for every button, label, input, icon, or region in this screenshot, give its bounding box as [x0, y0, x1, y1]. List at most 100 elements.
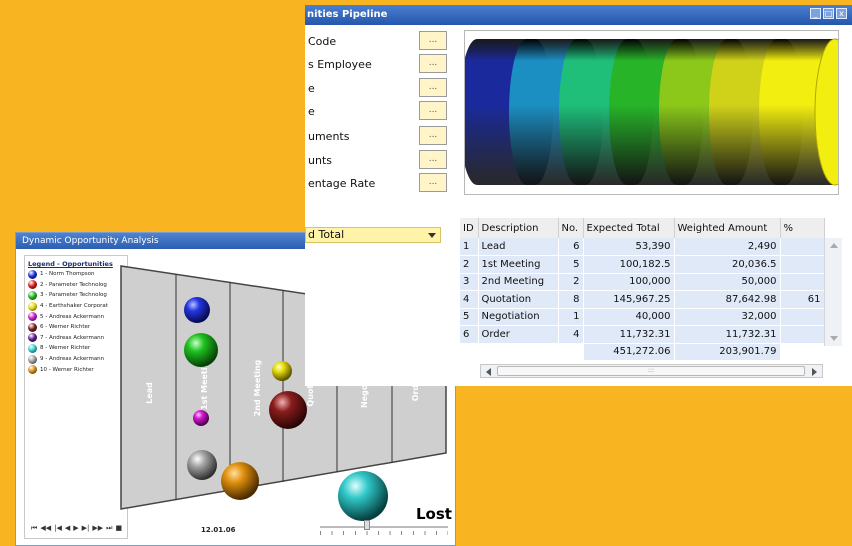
- table-horizontal-scrollbar[interactable]: :::: [480, 364, 823, 378]
- table-row[interactable]: 5 Negotiation 1 40,000 32,000: [460, 308, 825, 326]
- forward-fast-icon[interactable]: ▶▶: [92, 524, 103, 533]
- empty-cell: [460, 343, 479, 361]
- table-row[interactable]: 1 Lead 6 53,390 2,490: [460, 238, 825, 256]
- table-cell: [780, 308, 825, 326]
- choose-from-list-button[interactable]: ...: [419, 54, 447, 73]
- table-body: 1 Lead 6 53,390 2,490 2 1st Meeting 5 100,182.5 2…: [460, 238, 825, 361]
- close-button[interactable]: x: [836, 8, 847, 19]
- choose-from-list-button[interactable]: ...: [419, 126, 447, 145]
- timeline-date: 12.01.06: [201, 526, 236, 534]
- stop-icon[interactable]: ■: [115, 524, 122, 533]
- slider-thumb[interactable]: [364, 520, 370, 530]
- table-cell: 2,490: [674, 238, 781, 256]
- table-cell: Order: [478, 325, 559, 344]
- opportunity-ball-6[interactable]: [269, 391, 307, 429]
- rewind-fast-icon[interactable]: ◀◀: [40, 524, 51, 533]
- pipeline-title-text: nities Pipeline: [307, 9, 388, 20]
- column-header[interactable]: No.: [558, 218, 584, 238]
- table-cell: [780, 273, 825, 291]
- opportunity-ball-3[interactable]: [184, 333, 218, 367]
- table-row[interactable]: 2 1st Meeting 5 100,182.5 20,036.5: [460, 255, 825, 274]
- slider-ticks: [320, 531, 448, 535]
- table-cell: 11,732.31: [583, 325, 675, 344]
- table-cell: [780, 255, 825, 274]
- table-cell: 61: [780, 290, 825, 309]
- table-cell: 87,642.98: [674, 290, 781, 309]
- opportunity-ball-9[interactable]: [187, 450, 217, 480]
- total-cell: 451,272.06: [583, 343, 675, 361]
- choose-from-list-button[interactable]: ...: [419, 78, 447, 97]
- field-label: uments: [308, 130, 350, 143]
- display-select[interactable]: d Total: [305, 227, 441, 243]
- chevron-down-icon[interactable]: [428, 233, 436, 238]
- stage-label-lead: Lead: [145, 382, 154, 404]
- table-cell: 2: [558, 273, 584, 291]
- empty-cell: [558, 343, 584, 361]
- table-vertical-scrollbar[interactable]: [824, 238, 842, 346]
- table-cell: Quotation: [478, 290, 559, 309]
- back-icon[interactable]: ◀: [65, 524, 70, 533]
- table-cell: 53,390: [583, 238, 675, 256]
- table-cell: 6: [558, 238, 584, 256]
- table-cell: 50,000: [674, 273, 781, 291]
- opportunity-ball-10[interactable]: [221, 462, 259, 500]
- table-cell: 1: [460, 238, 479, 256]
- table-header-row: ID Description No. Expected Total Weighted A…: [460, 218, 825, 238]
- choose-from-list-button[interactable]: ...: [419, 31, 447, 50]
- table-cell: Negotiation: [478, 308, 559, 326]
- table-row[interactable]: 4 Quotation 8 145,967.25 87,642.98 61: [460, 290, 825, 309]
- table-cell: Lead: [478, 238, 559, 256]
- field-label: Code: [308, 35, 337, 48]
- play-icon[interactable]: ▶: [73, 524, 78, 533]
- field-label: unts: [308, 154, 332, 167]
- stage-label-order: Ord: [411, 384, 420, 401]
- column-header[interactable]: Weighted Amount: [674, 218, 781, 238]
- table-cell: 2: [460, 255, 479, 274]
- stage-label-2nd-meeting: 2nd Meeting: [253, 359, 262, 416]
- table-cell: 4: [558, 325, 584, 344]
- pipeline-table: ID Description No. Expected Total Weighted A…: [460, 218, 825, 361]
- timeline-slider[interactable]: [320, 520, 448, 536]
- playback-controls: ⏮ ◀◀ |◀ ◀ ▶ ▶| ▶▶ ⏭ ■: [31, 524, 122, 533]
- field-label: entage Rate: [308, 177, 376, 190]
- scroll-down-icon[interactable]: [830, 336, 838, 341]
- table-cell: 100,000: [583, 273, 675, 291]
- table-row[interactable]: 3 2nd Meeting 2 100,000 50,000: [460, 273, 825, 291]
- scroll-up-icon[interactable]: [830, 243, 838, 248]
- opportunity-ball-8[interactable]: [338, 471, 388, 521]
- opportunities-pipeline-window: nities Pipeline _ □ x Code... s Employee.…: [305, 5, 852, 386]
- minimize-button[interactable]: _: [810, 8, 821, 19]
- table-cell: 20,036.5: [674, 255, 781, 274]
- choose-from-list-button[interactable]: ...: [419, 101, 447, 120]
- scrollbar-thumb[interactable]: :::: [497, 366, 805, 376]
- field-label: e: [308, 105, 315, 118]
- opportunity-ball-4[interactable]: [272, 361, 292, 381]
- column-header[interactable]: Description: [478, 218, 559, 238]
- step-forward-icon[interactable]: ▶|: [82, 524, 90, 533]
- last-icon[interactable]: ⏭: [106, 524, 112, 533]
- choose-from-list-button[interactable]: ...: [419, 173, 447, 192]
- table-cell: 145,967.25: [583, 290, 675, 309]
- field-label: s Employee: [308, 58, 372, 71]
- table-cell: [780, 325, 825, 344]
- table-cell: 32,000: [674, 308, 781, 326]
- column-header[interactable]: %: [780, 218, 825, 238]
- pipeline-cylinder-chart: [459, 30, 852, 195]
- table-cell: 8: [558, 290, 584, 309]
- first-icon[interactable]: ⏮: [31, 524, 37, 533]
- table-cell: [780, 238, 825, 256]
- maximize-button[interactable]: □: [823, 8, 834, 19]
- table-cell: 11,732.31: [674, 325, 781, 344]
- empty-cell: [478, 343, 559, 361]
- pipeline-title: nities Pipeline: [305, 5, 852, 25]
- table-row[interactable]: 6 Order 4 11,732.31 11,732.31: [460, 325, 825, 344]
- column-header[interactable]: Expected Total: [583, 218, 675, 238]
- scroll-left-icon[interactable]: [486, 368, 491, 376]
- choose-from-list-button[interactable]: ...: [419, 150, 447, 169]
- scroll-right-icon[interactable]: [812, 368, 817, 376]
- opportunity-ball-5[interactable]: [193, 410, 209, 426]
- step-back-icon[interactable]: |◀: [54, 524, 62, 533]
- column-header[interactable]: ID: [460, 218, 479, 238]
- opportunity-ball-1[interactable]: [184, 297, 210, 323]
- table-cell: 3: [460, 273, 479, 291]
